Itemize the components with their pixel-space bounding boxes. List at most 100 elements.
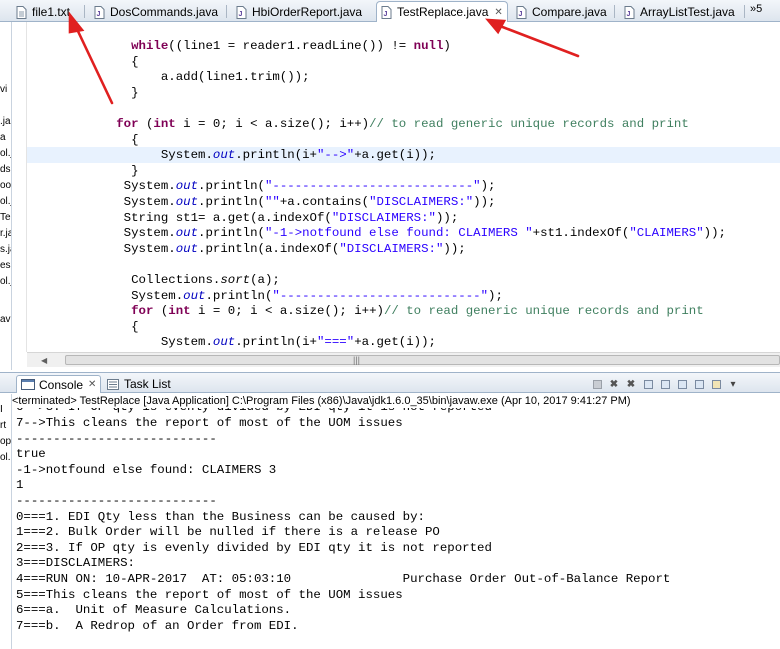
code-line[interactable]: } — [27, 163, 780, 179]
tab-separator — [84, 5, 85, 18]
tab-separator — [226, 5, 227, 18]
console-left-edge: I rt op ol. — [0, 394, 12, 649]
text-file-icon — [16, 5, 27, 19]
svg-text:J: J — [384, 11, 388, 18]
explorer-fragment[interactable]: ol.j — [0, 196, 11, 207]
scrollbar-grip-icon: ||| — [353, 355, 361, 365]
tab-label: DosCommands.java — [110, 5, 219, 19]
terminate-icon[interactable] — [590, 377, 604, 391]
editor-tab-bar: file1.txt J DosCommands.java J HbiOrderR… — [0, 0, 780, 22]
editor-horizontal-scrollbar[interactable]: ◀ ||| — [27, 352, 780, 367]
tab-file1-txt[interactable]: file1.txt — [16, 2, 70, 22]
code-line[interactable] — [27, 256, 780, 272]
tab-overflow-button[interactable]: »5 — [750, 3, 762, 15]
code-line[interactable]: System.out.println(i+"==="+a.get(i)); — [27, 334, 780, 350]
remove-launch-icon[interactable]: ✖ — [607, 377, 621, 391]
svg-text:J: J — [239, 11, 243, 18]
tab-separator — [744, 5, 745, 18]
console-line: 7-->This cleans the report of most of th… — [16, 416, 403, 430]
clear-console-icon[interactable] — [641, 377, 655, 391]
console-toolbar: ✖ ✖ ▾ — [590, 376, 740, 392]
java-file-icon: J — [94, 5, 105, 19]
console-edge-fragment: I — [0, 404, 3, 415]
code-line[interactable]: for (int i = 0; i < a.size(); i++)// to … — [27, 116, 780, 132]
code-line[interactable]: System.out.println(""+a.contains("DISCLA… — [27, 194, 780, 210]
scroll-lock-icon[interactable] — [658, 377, 672, 391]
pin-console-icon[interactable] — [675, 377, 689, 391]
code-line[interactable]: System.out.println("-1->notfound else fo… — [27, 225, 780, 241]
tab-task-list[interactable]: Task List — [106, 375, 171, 393]
code-line[interactable]: while((line1 = reader1.readLine()) != nu… — [27, 38, 780, 54]
code-line[interactable] — [27, 100, 780, 116]
explorer-fragment[interactable]: Te — [0, 212, 11, 223]
console-line: true — [16, 447, 46, 462]
tab-label: HbiOrderReport.java — [252, 5, 363, 19]
task-list-icon — [107, 378, 119, 390]
console-line: 6===a. Unit of Measure Calculations. — [16, 603, 292, 618]
editor-ruler — [13, 22, 27, 352]
tab-label: Console — [39, 377, 84, 392]
console-view-tab-bar: Console ✕ Task List ✖ ✖ ▾ — [0, 372, 780, 393]
java-file-icon: J — [381, 5, 392, 19]
console-edge-fragment: ol. — [0, 452, 11, 463]
console-line: 1 — [16, 478, 24, 493]
explorer-fragment[interactable]: ds — [0, 164, 11, 175]
code-line[interactable]: a.add(line1.trim()); — [27, 69, 780, 85]
console-launch-description: <terminated> TestReplace [Java Applicati… — [12, 394, 780, 408]
open-console-icon[interactable] — [709, 377, 723, 391]
console-line: 0===1. EDI Qty less than the Business ca… — [16, 509, 425, 524]
scrollbar-thumb[interactable]: ||| — [65, 355, 780, 365]
explorer-fragment[interactable]: r.ja — [0, 228, 11, 239]
code-line[interactable]: Collections.sort(a); — [27, 272, 780, 288]
explorer-fragment[interactable]: ol.j — [0, 276, 11, 287]
explorer-fragment[interactable]: s.ja — [0, 244, 11, 255]
svg-text:J: J — [627, 11, 631, 18]
console-line: 2===3. If OP qty is evenly divided by ED… — [16, 540, 492, 555]
explorer-fragment[interactable]: ol.j — [0, 148, 11, 159]
code-line[interactable]: { — [27, 54, 780, 70]
svg-text:J: J — [97, 11, 101, 18]
code-line[interactable]: System.out.println(a.indexOf("DISCLAIMER… — [27, 241, 780, 257]
tab-label: Task List — [124, 377, 171, 391]
console-line: --------------------------- — [16, 431, 217, 446]
package-explorer-edge: vi .ja a ol.j ds oo ol.j Te r.ja s.ja es… — [0, 22, 12, 370]
tab-arraylisttest-java[interactable]: J ArrayListTest.java — [624, 2, 735, 22]
console-icon — [21, 379, 35, 390]
tab-label: TestReplace.java — [397, 5, 489, 19]
java-file-icon: J — [516, 5, 527, 19]
display-console-icon[interactable] — [692, 377, 706, 391]
explorer-fragment[interactable]: av — [0, 314, 11, 325]
console-edge-fragment: op — [0, 436, 12, 447]
explorer-fragment[interactable]: oo — [0, 180, 11, 191]
current-code-line[interactable]: System.out.println(i+"-->"+a.get(i)); — [27, 147, 780, 164]
tab-console[interactable]: Console ✕ — [16, 375, 102, 393]
code-editor[interactable]: while((line1 = reader1.readLine()) != nu… — [27, 22, 780, 352]
remove-all-icon[interactable]: ✖ — [624, 377, 638, 391]
code-line[interactable]: String st1= a.get(a.indexOf("DISCLAIMERS… — [27, 210, 780, 226]
tab-hbiorderreport-java[interactable]: J HbiOrderReport.java — [236, 2, 362, 22]
code-line[interactable]: System.out.println("--------------------… — [27, 178, 780, 194]
explorer-fragment[interactable]: a — [0, 132, 6, 143]
scroll-left-arrow-icon[interactable]: ◀ — [41, 356, 47, 365]
tab-testreplace-java[interactable]: J TestReplace.java ✕ — [376, 1, 508, 22]
console-line: 3===DISCLAIMERS: — [16, 556, 135, 571]
explorer-fragment[interactable]: .ja — [0, 116, 11, 127]
console-line: --------------------------- — [16, 494, 217, 508]
tab-doscommands-java[interactable]: J DosCommands.java — [94, 2, 218, 22]
tab-separator — [614, 5, 615, 18]
close-tab-icon[interactable]: ✕ — [88, 379, 96, 390]
code-line[interactable]: for (int i = 0; i < a.size(); i++)// to … — [27, 303, 780, 319]
console-output[interactable]: 6-->3. If OP qty is evenly divided by ED… — [12, 406, 780, 649]
code-line[interactable]: { — [27, 132, 780, 148]
java-file-icon: J — [624, 5, 635, 19]
code-line[interactable]: } — [27, 85, 780, 101]
console-line: -1->notfound else found: CLAIMERS 3 — [16, 462, 277, 477]
view-menu-icon[interactable]: ▾ — [726, 377, 740, 391]
explorer-fragment[interactable]: ess — [0, 260, 11, 271]
console-edge-fragment: rt — [0, 420, 7, 431]
close-tab-icon[interactable]: ✕ — [494, 7, 502, 18]
explorer-fragment[interactable]: vi — [0, 84, 7, 95]
code-line[interactable]: { — [27, 319, 780, 335]
tab-compare-java[interactable]: J Compare.java — [516, 2, 607, 22]
code-line[interactable]: System.out.println("--------------------… — [27, 288, 780, 304]
